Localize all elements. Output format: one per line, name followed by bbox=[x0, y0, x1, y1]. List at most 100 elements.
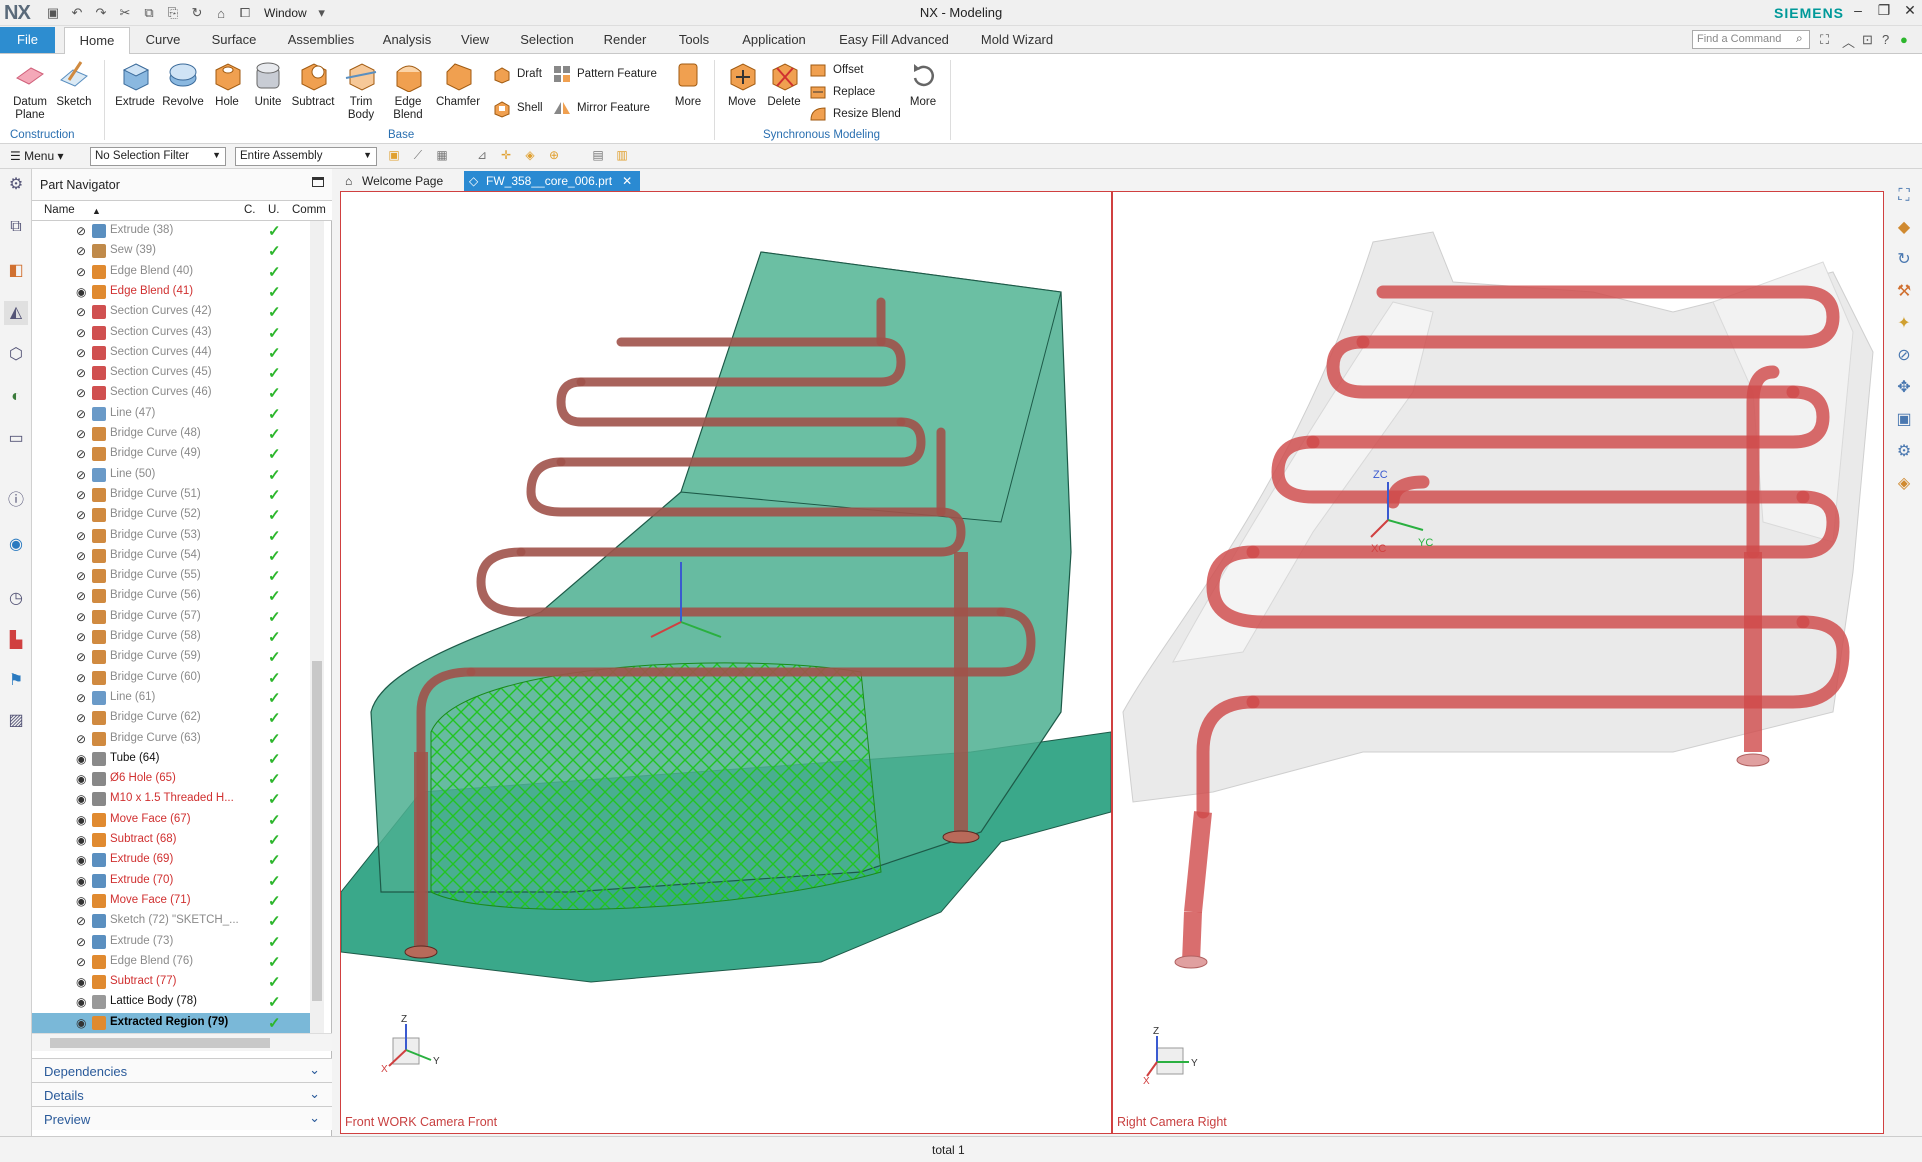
tree-row[interactable]: ⊘ Section Curves (46) ✓ bbox=[32, 383, 312, 403]
navigator-vertical-scrollbar[interactable] bbox=[310, 221, 324, 1033]
tab-view[interactable]: View bbox=[455, 27, 495, 54]
tree-row[interactable]: ◉ Move Face (71) ✓ bbox=[32, 891, 312, 911]
eye-icon[interactable]: ◉ bbox=[76, 752, 90, 766]
tree-row[interactable]: ◉ Tube (64) ✓ bbox=[32, 749, 312, 769]
chevron-down-icon[interactable]: ▾ bbox=[313, 4, 331, 22]
select-feature-icon[interactable]: ▣ bbox=[386, 148, 402, 164]
minimize-ribbon-icon[interactable]: ︿ bbox=[1842, 32, 1855, 51]
tree-row[interactable]: ⊘ Bridge Curve (54) ✓ bbox=[32, 546, 312, 566]
filter-icon[interactable]: ⊿ bbox=[474, 148, 490, 164]
lighting-icon[interactable]: ✦ bbox=[1892, 312, 1916, 336]
switch-window-icon[interactable]: ⧠ bbox=[236, 4, 254, 22]
column-uptodate[interactable]: U. bbox=[268, 204, 280, 216]
select-curves-icon[interactable]: ⟋ bbox=[410, 148, 426, 164]
trim-body-button[interactable]: Trim Body bbox=[340, 58, 382, 122]
tree-row[interactable]: ⊘ Bridge Curve (62) ✓ bbox=[32, 708, 312, 728]
tree-row[interactable]: ⊘ Sew (39) ✓ bbox=[32, 241, 312, 261]
delete-face-button[interactable]: Delete bbox=[764, 58, 804, 109]
view-settings-icon[interactable]: ⚙ bbox=[1892, 440, 1916, 464]
globe-icon[interactable]: ◉ bbox=[4, 533, 28, 557]
tab-curve[interactable]: Curve bbox=[138, 27, 188, 54]
repeat-command-icon[interactable]: ↻ bbox=[188, 4, 206, 22]
tab-home[interactable]: Home bbox=[64, 27, 130, 54]
hidden-eye-icon[interactable]: ⊘ bbox=[76, 650, 90, 664]
eye-icon[interactable]: ◉ bbox=[76, 995, 90, 1009]
tree-row[interactable]: ⊘ Sketch (72) "SKETCH_... ✓ bbox=[32, 911, 312, 931]
mirror-feature-button[interactable]: Mirror Feature bbox=[552, 98, 650, 118]
web-browser-icon[interactable]: ▭ bbox=[4, 427, 28, 451]
hidden-eye-icon[interactable]: ⊘ bbox=[76, 407, 90, 421]
move-face-button[interactable]: Move bbox=[722, 58, 762, 109]
eye-icon[interactable]: ◉ bbox=[76, 975, 90, 989]
hidden-eye-icon[interactable]: ⊘ bbox=[76, 224, 90, 238]
eye-icon[interactable]: ◉ bbox=[76, 874, 90, 888]
hidden-eye-icon[interactable]: ⊘ bbox=[76, 386, 90, 400]
section-view-icon[interactable]: ⚒ bbox=[1892, 280, 1916, 304]
revolve-button[interactable]: Revolve bbox=[160, 58, 206, 109]
offset-region-button[interactable]: Offset bbox=[808, 60, 863, 80]
cut-icon[interactable]: ✂ bbox=[116, 4, 134, 22]
selection-filter-dropdown[interactable]: No Selection Filter ▼ bbox=[90, 147, 226, 166]
hide-show-icon[interactable]: ⊘ bbox=[1892, 344, 1916, 368]
snap-view-icon[interactable]: ◈ bbox=[1892, 472, 1916, 496]
hidden-eye-icon[interactable]: ⊘ bbox=[76, 366, 90, 380]
tree-row[interactable]: ⊘ Section Curves (42) ✓ bbox=[32, 302, 312, 322]
gear-icon[interactable]: ⚙ bbox=[4, 173, 28, 197]
info-icon[interactable]: ⓘ bbox=[4, 489, 28, 513]
replace-face-button[interactable]: Replace bbox=[808, 82, 875, 102]
hidden-eye-icon[interactable]: ⊘ bbox=[76, 468, 90, 482]
assembly-navigator-icon[interactable]: ⧉ bbox=[4, 215, 28, 239]
tab-application[interactable]: Application bbox=[736, 27, 812, 54]
move-object-icon[interactable]: ✥ bbox=[1892, 376, 1916, 400]
tree-row[interactable]: ⊘ Section Curves (44) ✓ bbox=[32, 343, 312, 363]
eye-icon[interactable]: ◉ bbox=[76, 894, 90, 908]
tree-row[interactable]: ◉ Extracted Region (79) ✓ bbox=[32, 1012, 312, 1033]
resize-blend-button[interactable]: Resize Blend bbox=[808, 104, 901, 124]
tree-row[interactable]: ⊘ Section Curves (43) ✓ bbox=[32, 323, 312, 343]
hidden-eye-icon[interactable]: ⊘ bbox=[76, 671, 90, 685]
datum-plane-button[interactable]: Datum Plane bbox=[8, 58, 52, 122]
tree-row[interactable]: ◉ Subtract (77) ✓ bbox=[32, 972, 312, 992]
tab-file[interactable]: File bbox=[0, 27, 55, 53]
hidden-eye-icon[interactable]: ⊘ bbox=[76, 955, 90, 969]
unite-button[interactable]: Unite bbox=[248, 58, 288, 109]
select-body-icon[interactable]: ▦ bbox=[434, 148, 450, 164]
tab-analysis[interactable]: Analysis bbox=[378, 27, 436, 54]
tree-row[interactable]: ⊘ Extrude (38) ✓ bbox=[32, 221, 312, 241]
snap-point-icon[interactable]: ✛ bbox=[498, 148, 514, 164]
tree-row[interactable]: ⊘ Line (61) ✓ bbox=[32, 688, 312, 708]
system-materials-icon[interactable]: ▨ bbox=[4, 709, 28, 733]
fit-view-icon[interactable]: ⛶ bbox=[1892, 184, 1916, 208]
tree-row[interactable]: ⊘ Bridge Curve (49) ✓ bbox=[32, 444, 312, 464]
tree-row[interactable]: ⊘ Bridge Curve (48) ✓ bbox=[32, 424, 312, 444]
eye-icon[interactable]: ◉ bbox=[76, 285, 90, 299]
column-comment[interactable]: Comm bbox=[292, 204, 326, 216]
eye-icon[interactable]: ◉ bbox=[76, 813, 90, 827]
help-icon[interactable]: ? bbox=[1882, 32, 1889, 47]
tab-surface[interactable]: Surface bbox=[206, 27, 262, 54]
hidden-eye-icon[interactable]: ⊘ bbox=[76, 427, 90, 441]
subtract-button[interactable]: Subtract bbox=[290, 58, 336, 109]
viewport-front[interactable]: Z Y X Front WORK Camera Front bbox=[340, 191, 1112, 1134]
history-icon[interactable]: ◷ bbox=[4, 587, 28, 611]
hd3d-tools-icon[interactable]: ◐ bbox=[4, 385, 28, 409]
core-model-front-view[interactable]: Z Y X bbox=[340, 192, 1112, 1133]
tree-row[interactable]: ⊘ Bridge Curve (53) ✓ bbox=[32, 526, 312, 546]
dependencies-panel[interactable]: Dependencies ⌄ bbox=[32, 1058, 332, 1082]
eye-icon[interactable]: ◉ bbox=[76, 833, 90, 847]
rotate-view-icon[interactable]: ↻ bbox=[1892, 248, 1916, 272]
draft-button[interactable]: Draft bbox=[492, 64, 542, 84]
hidden-eye-icon[interactable]: ⊘ bbox=[76, 305, 90, 319]
undo-icon[interactable]: ↶ bbox=[68, 4, 86, 22]
view-box-icon[interactable]: ▤ bbox=[590, 148, 606, 164]
hidden-eye-icon[interactable]: ⊘ bbox=[76, 447, 90, 461]
tab-render[interactable]: Render bbox=[600, 27, 650, 54]
sync-more-button[interactable]: More bbox=[904, 58, 942, 109]
copy-icon[interactable]: ⧉ bbox=[140, 4, 158, 22]
hidden-eye-icon[interactable]: ⊘ bbox=[76, 589, 90, 603]
command-finder-input[interactable]: Find a Command bbox=[1692, 30, 1810, 49]
tab-tools[interactable]: Tools bbox=[672, 27, 716, 54]
navigator-horizontal-scrollbar[interactable] bbox=[32, 1033, 332, 1051]
hidden-eye-icon[interactable]: ⊘ bbox=[76, 244, 90, 258]
tree-row[interactable]: ⊘ Bridge Curve (58) ✓ bbox=[32, 627, 312, 647]
